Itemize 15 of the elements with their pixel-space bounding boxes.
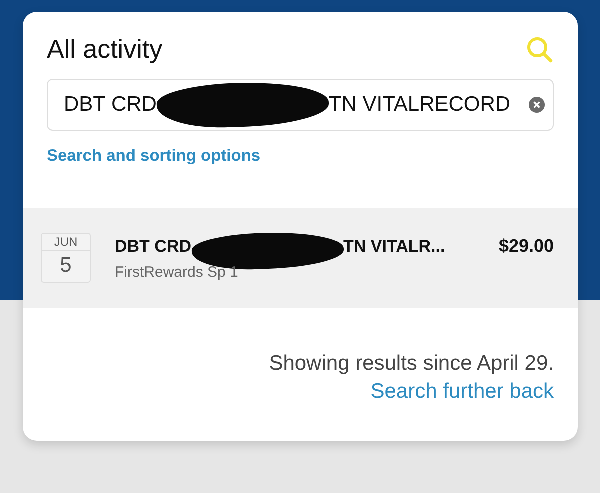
account-name: FirstRewards Sp 1	[115, 264, 240, 280]
transaction-title: DBT CRD	[115, 236, 192, 256]
search-field[interactable]: DBT CRD TN VITALRECORD	[47, 79, 554, 131]
date-day: 5	[60, 251, 72, 281]
transaction-amount: $29.00	[498, 236, 554, 257]
search-text: TN VITALRECORD	[328, 93, 511, 117]
search-text: DBT CRD	[64, 93, 157, 117]
clear-icon[interactable]	[529, 97, 545, 113]
search-further-link[interactable]: Search further back	[370, 380, 554, 404]
transaction-title: TN VITALR...	[344, 236, 446, 256]
page-title: All activity	[47, 34, 163, 65]
results-note: Showing results since April 29.	[269, 352, 554, 376]
transaction-row[interactable]: JUN 5 DBT CRD TN VITALR... FirstRewards Sp 1 $29.00	[23, 208, 578, 308]
search-options-link[interactable]: Search and sorting options	[47, 147, 261, 166]
date-month: JUN	[42, 234, 90, 251]
